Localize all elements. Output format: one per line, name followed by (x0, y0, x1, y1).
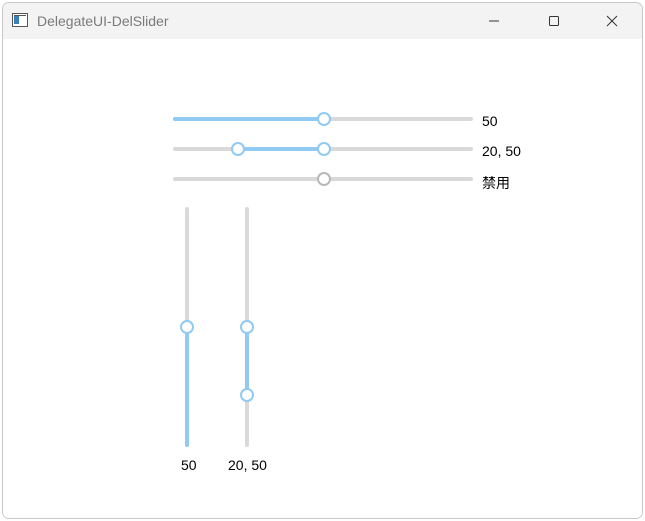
slider-handle[interactable] (317, 112, 331, 126)
horizontal-slider-range[interactable] (173, 141, 473, 157)
maximize-icon (549, 16, 559, 26)
close-button[interactable] (589, 3, 635, 39)
vertical-slider-single[interactable] (179, 207, 195, 447)
horizontal-slider-single[interactable] (173, 111, 473, 127)
app-icon (12, 13, 28, 27)
vertical-slider-range[interactable] (239, 207, 255, 447)
slider-handle-end[interactable] (317, 142, 331, 156)
title-bar[interactable]: DelegateUI-DelSlider (3, 3, 642, 39)
content-area: 50 20, 50 禁用 50 20, 50 (3, 39, 642, 518)
app-window: DelegateUI-DelSlider 50 20, 50 禁用 50 20,… (2, 2, 643, 519)
horizontal-slider-disabled (173, 171, 473, 187)
slider-handle (317, 172, 331, 186)
slider-handle-end[interactable] (240, 320, 254, 334)
vertical-slider-range-value: 20, 50 (228, 457, 267, 473)
vertical-slider-single-value: 50 (181, 457, 197, 473)
horizontal-slider-single-value: 50 (482, 113, 498, 129)
minimize-icon (489, 20, 499, 22)
slider-fill (245, 327, 249, 395)
slider-fill (239, 147, 323, 151)
slider-handle-start[interactable] (240, 388, 254, 402)
maximize-button[interactable] (531, 3, 577, 39)
slider-handle[interactable] (180, 320, 194, 334)
horizontal-slider-disabled-label: 禁用 (482, 175, 510, 191)
window-title: DelegateUI-DelSlider (37, 13, 169, 29)
minimize-button[interactable] (471, 3, 517, 39)
slider-handle-start[interactable] (231, 142, 245, 156)
horizontal-slider-range-value: 20, 50 (482, 143, 521, 159)
slider-fill (173, 117, 323, 121)
slider-fill (185, 327, 189, 447)
close-icon (606, 15, 618, 27)
